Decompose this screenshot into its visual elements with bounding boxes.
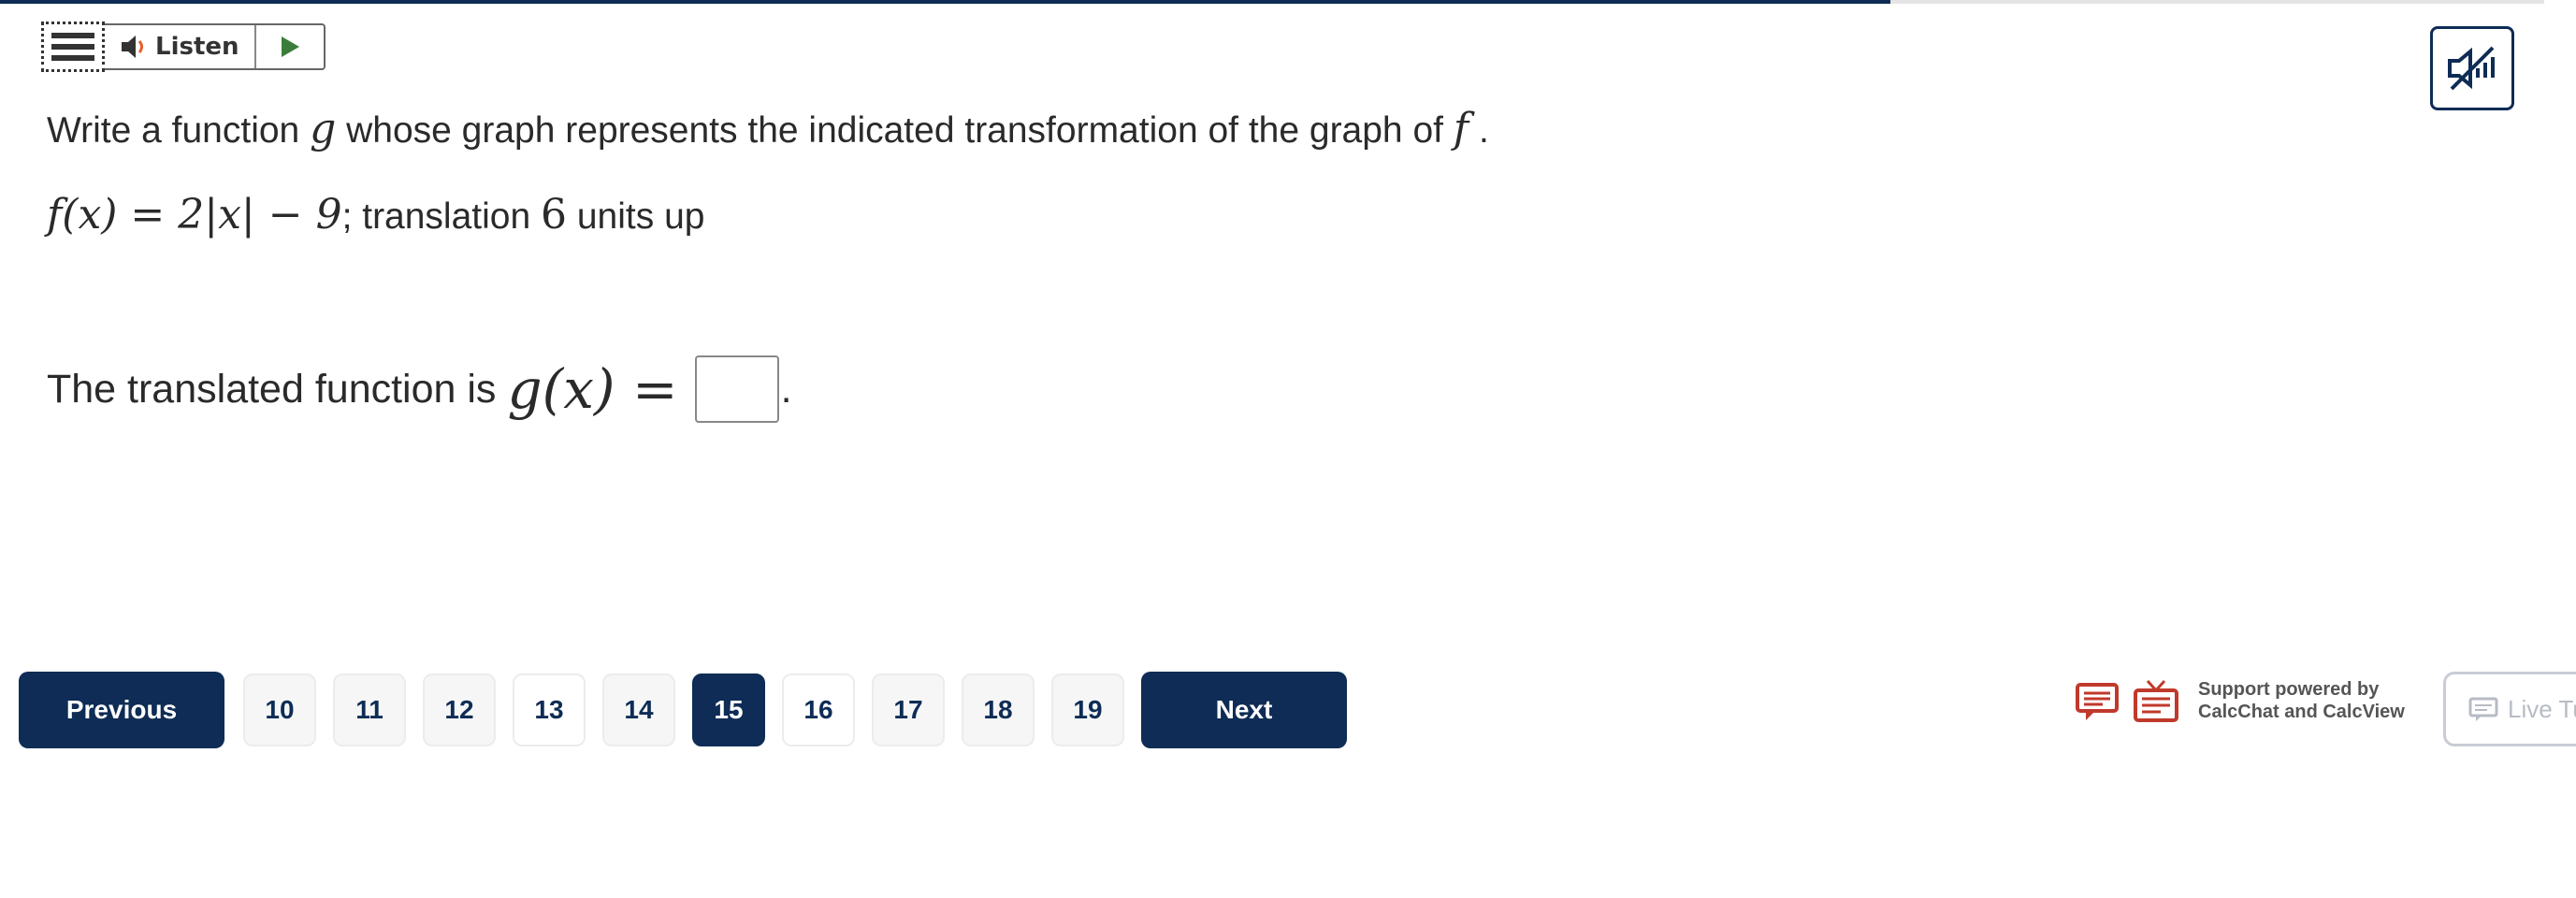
muted-audio-icon	[2448, 46, 2495, 91]
chat-icon	[2468, 697, 2498, 721]
page-button-14[interactable]: 14	[602, 674, 675, 746]
progress-fill	[0, 0, 1890, 4]
support-credit-line1: Support powered by	[2198, 679, 2380, 700]
support-credit: Support powered by CalcChat and CalcView	[2198, 678, 2405, 723]
answer-period: .	[780, 366, 792, 412]
progress-track	[0, 0, 2544, 4]
play-icon	[281, 36, 299, 57]
page-button-15[interactable]: 15	[692, 674, 765, 746]
translation-units: units up	[576, 196, 705, 237]
page-button-17[interactable]: 17	[872, 674, 945, 746]
calcview-icon[interactable]	[2133, 677, 2179, 724]
support-credit-line2: CalcChat and CalcView	[2198, 702, 2405, 722]
question-prompt: Write a function g whose graph represent…	[47, 105, 1489, 152]
answer-function-label: g(x) =	[507, 357, 678, 421]
prompt-text-middle: whose graph represents the indicated tra…	[346, 110, 1443, 151]
support-area: Support powered by CalcChat and CalcView	[2075, 677, 2405, 724]
speaker-icon	[122, 36, 143, 58]
page-button-12[interactable]: 12	[423, 674, 496, 746]
previous-button[interactable]: Previous	[19, 672, 224, 748]
function-expression: f(x) = 2|x| − 9	[47, 191, 342, 239]
next-button[interactable]: Next	[1141, 672, 1347, 748]
live-tutor-label: Live Tu	[2508, 694, 2576, 723]
page-button-10[interactable]: 10	[243, 674, 316, 746]
page-button-16[interactable]: 16	[782, 674, 855, 746]
page-button-18[interactable]: 18	[962, 674, 1035, 746]
listen-label: Listen	[155, 33, 239, 61]
answer-input[interactable]	[694, 355, 779, 423]
prompt-text-start: Write a function	[47, 110, 300, 151]
prompt-variable-f: f	[1453, 105, 1469, 152]
transformation-text: ; translation	[341, 196, 531, 237]
page-number-list: 10 11 12 13 14 15 16 17 18 19	[224, 674, 1124, 746]
translation-amount: 6	[541, 191, 568, 239]
answer-prefix: The translated function is	[47, 366, 497, 412]
question-pager: Previous 10 11 12 13 14 15 16 17 18 19 Next	[19, 672, 1347, 748]
page-button-19[interactable]: 19	[1051, 674, 1124, 746]
function-definition: f(x) = 2|x| − 9; translation 6 units up	[47, 191, 704, 239]
page-button-11[interactable]: 11	[333, 674, 406, 746]
page-button-13[interactable]: 13	[513, 674, 586, 746]
play-button[interactable]	[256, 36, 324, 58]
live-tutor-button[interactable]: Live Tu	[2443, 672, 2576, 746]
answer-line: The translated function is g(x) = .	[47, 355, 792, 423]
menu-icon[interactable]	[41, 22, 105, 72]
audio-mute-button[interactable]	[2430, 26, 2514, 110]
prompt-text-end: .	[1478, 110, 1489, 151]
prompt-variable-g: g	[310, 105, 337, 152]
listen-button[interactable]: Listen	[105, 23, 326, 70]
read-aloud-toolbar: Listen	[41, 22, 326, 72]
calcchat-icon[interactable]	[2075, 679, 2120, 722]
listen-control[interactable]: Listen	[105, 25, 256, 68]
